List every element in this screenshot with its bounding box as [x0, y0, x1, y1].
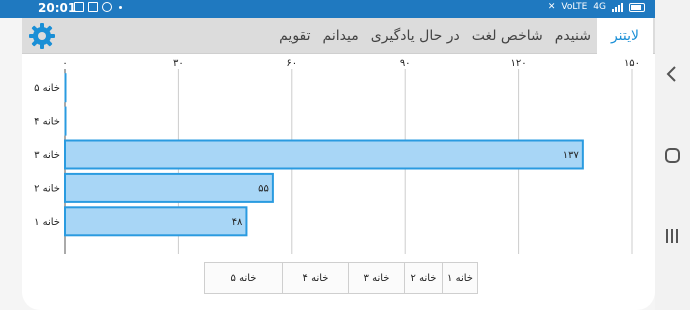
- eye-icon: [102, 2, 112, 12]
- word-icon: [88, 2, 98, 12]
- tabs: لایتنر شنیدم شاخص لغت در حال یادگیری مید…: [273, 18, 653, 54]
- leitner-bar-chart: ۰ ۳۰ ۶۰ ۹۰ ۱۲۰ ۱۵۰ خانه ۵ خانه ۴ خانه ۳ ۱۳۷ خانه ۲…: [34, 58, 640, 254]
- battery-icon: [629, 2, 645, 12]
- tab-word-index[interactable]: شاخص لغت: [466, 18, 549, 54]
- tab-learning[interactable]: در حال یادگیری: [365, 18, 466, 54]
- tab-leitner[interactable]: لایتنر: [596, 18, 653, 54]
- app-window: لایتنر شنیدم شاخص لغت در حال یادگیری مید…: [22, 18, 655, 310]
- bar: [64, 206, 248, 237]
- signal-icon: [612, 2, 623, 12]
- mute-icon: ✕: [547, 2, 556, 12]
- category-label: خانه ۱: [34, 217, 60, 228]
- x-tick-label: ۱۲۰: [511, 58, 527, 69]
- bar: [64, 172, 274, 203]
- more-notifications-icon: [119, 5, 122, 9]
- bar-value-label: ۵۵: [258, 183, 269, 194]
- home-button[interactable]: [665, 148, 680, 163]
- category-label: خانه ۵: [34, 83, 60, 94]
- tab-calendar[interactable]: تقویم: [273, 18, 316, 54]
- legend-box-3[interactable]: خانه ۳: [348, 262, 405, 294]
- gear-icon[interactable]: [28, 22, 56, 50]
- tab-known[interactable]: میدانم: [317, 18, 365, 54]
- legend-box-1[interactable]: خانه ۱: [442, 262, 478, 294]
- bar: [64, 73, 67, 103]
- bar: [64, 106, 67, 136]
- system-status: ✕ VoLTE 4G: [548, 2, 645, 12]
- bar: [64, 139, 584, 170]
- tab-bar: لایتنر شنیدم شاخص لغت در حال یادگیری مید…: [22, 18, 655, 54]
- gallery-icon: [74, 2, 84, 12]
- category-label: خانه ۴: [34, 117, 60, 128]
- back-chevron-icon[interactable]: [665, 65, 677, 83]
- notification-icons: [74, 2, 122, 12]
- bar-value-label: ۴۸: [232, 217, 243, 228]
- status-time: 20:01: [38, 1, 77, 15]
- android-nav-bar: [655, 0, 690, 310]
- legend-box-4[interactable]: خانه ۴: [282, 262, 349, 294]
- volte-label: VoLTE: [561, 2, 588, 12]
- x-tick-label: ۳۰: [173, 58, 184, 69]
- status-bar: 20:01 ✕ VoLTE 4G: [0, 0, 655, 18]
- x-tick-label: ۹۰: [400, 58, 411, 69]
- legend-box-5[interactable]: خانه ۵: [204, 262, 283, 294]
- x-tick-label: ۱۵۰: [624, 58, 640, 69]
- tab-heard[interactable]: شنیدم: [549, 18, 597, 54]
- x-tick-label: ۰: [62, 58, 67, 69]
- network-label: 4G: [593, 2, 606, 12]
- screen: 20:01 ✕ VoLTE 4G لایتنر شنیدم شاخص لغت د…: [0, 0, 690, 310]
- category-label: خانه ۲: [34, 183, 60, 194]
- recent-apps-button[interactable]: [666, 229, 680, 243]
- x-tick-label: ۶۰: [286, 58, 297, 69]
- category-label: خانه ۳: [34, 150, 60, 161]
- bar-value-label: ۱۳۷: [563, 150, 580, 161]
- legend-box-2[interactable]: خانه ۲: [404, 262, 443, 294]
- chart-legend: خانه ۱ خانه ۲ خانه ۳ خانه ۴ خانه ۵: [200, 262, 478, 294]
